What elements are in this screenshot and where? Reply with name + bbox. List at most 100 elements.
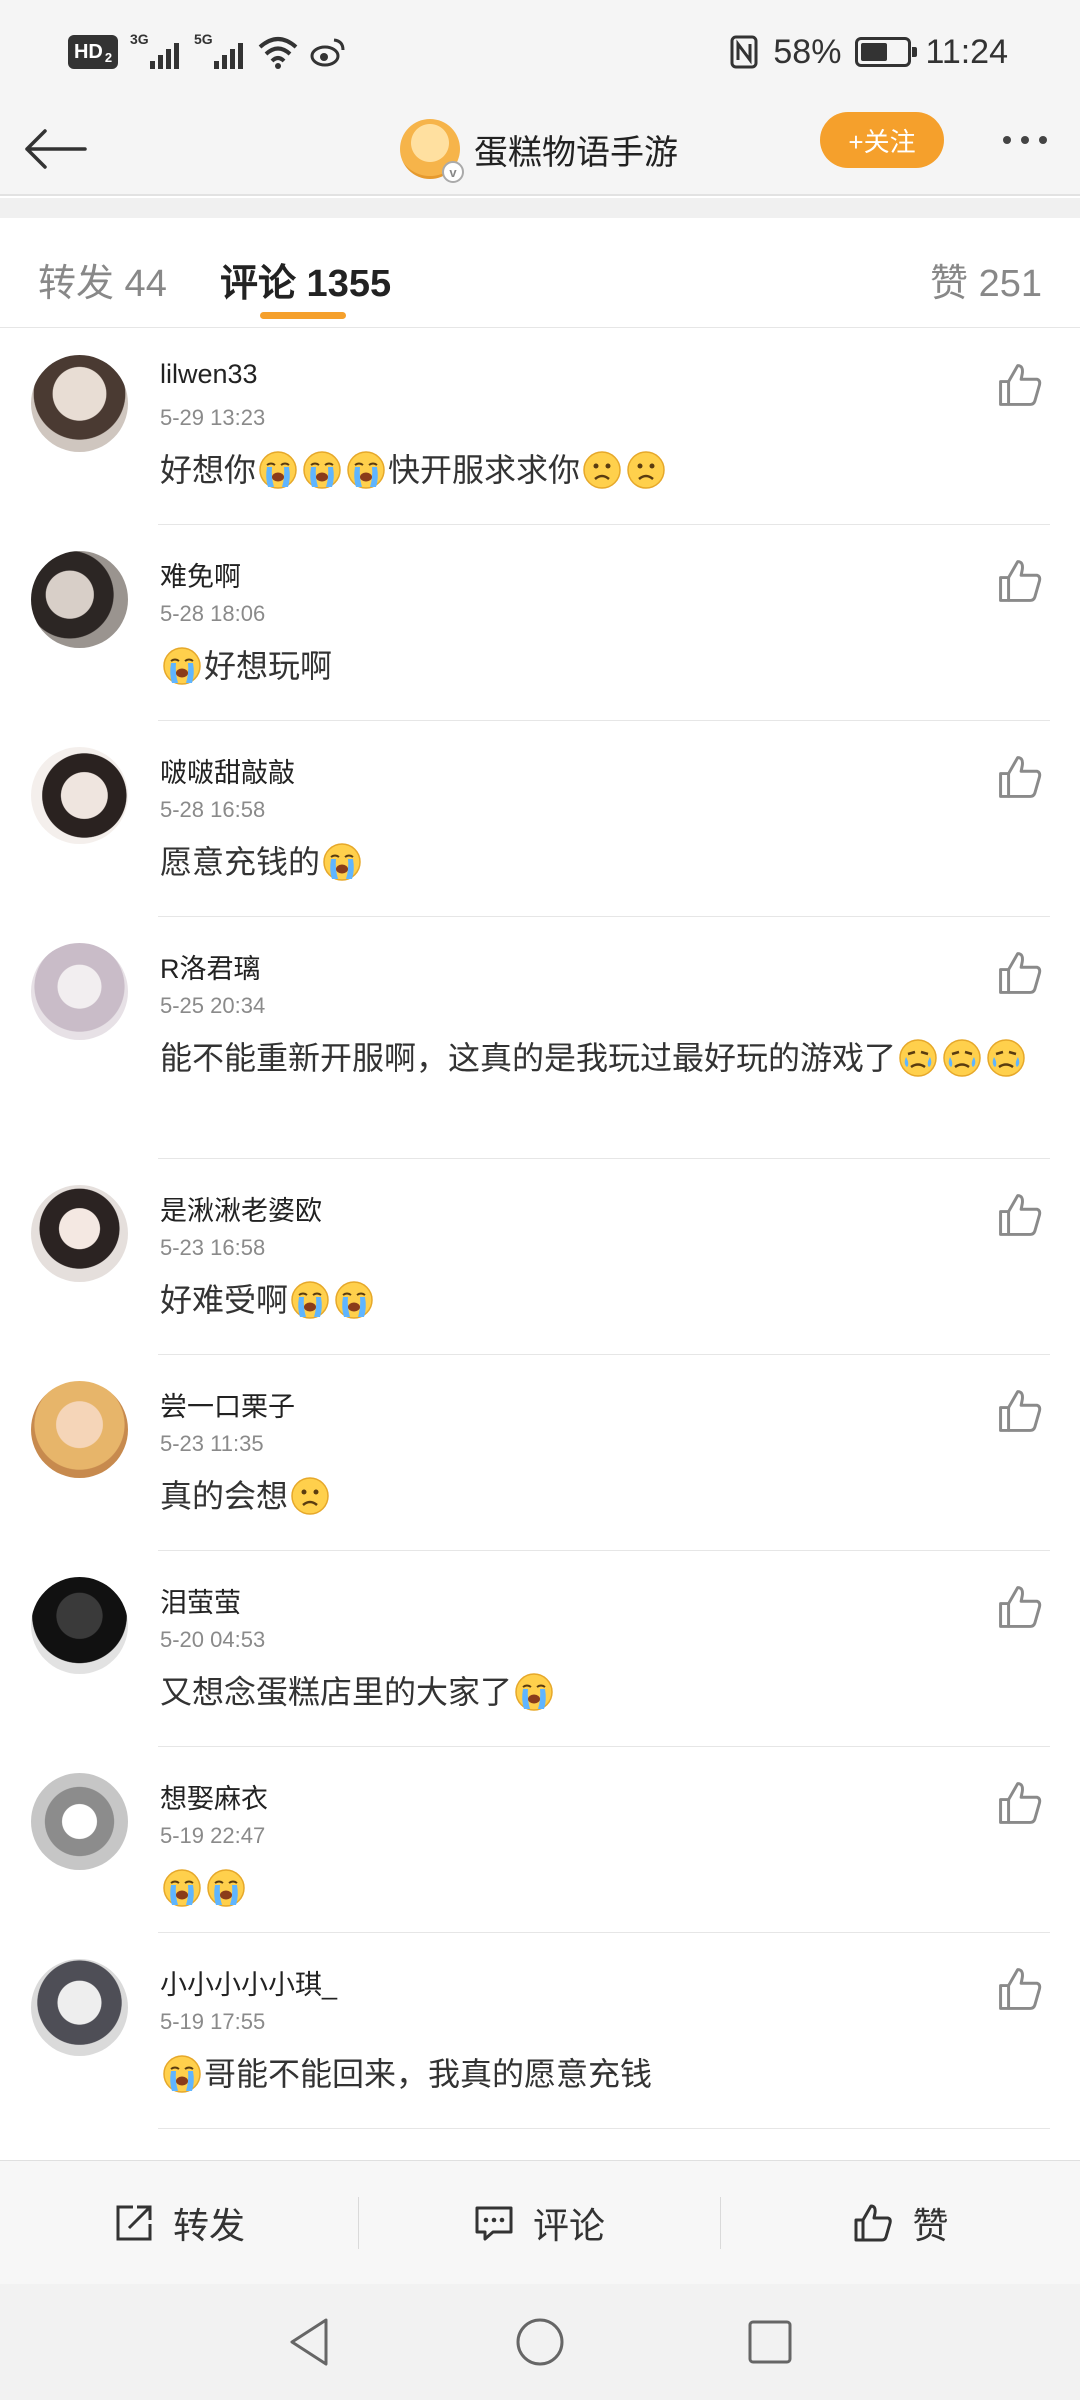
comment-like-button[interactable] [996,1779,1044,1827]
hd-sub-label: 2 [104,49,113,65]
comment-text-segment: 好难受啊 [160,1282,289,1318]
repost-button[interactable]: 转发 [0,2161,358,2285]
thumbs-up-icon [999,1194,1042,1236]
active-tab-indicator [260,312,346,319]
thumbs-up-icon [999,756,1042,798]
arrow-left-icon [25,129,87,169]
comment-like-button[interactable] [996,1387,1044,1435]
avatar[interactable] [31,355,128,452]
thumbs-up-icon [999,1782,1042,1824]
page-title[interactable]: 蛋糕物语手游 [474,125,678,174]
comment-like-button[interactable] [996,1965,1044,2013]
comment-like-button[interactable] [996,1583,1044,1631]
comment-username[interactable]: 泪萤萤 [160,1581,241,1620]
avatar[interactable] [31,551,128,648]
comment-like-button[interactable] [996,1191,1044,1239]
battery-percent: 58% [773,32,842,71]
comment-username[interactable]: 小小小小小琪_ [160,1963,337,2002]
cry-emoji-icon [207,1868,245,1907]
more-options-button[interactable] [990,122,1060,158]
comment-text: 哥能不能回来，我真的愿意充钱 [160,2049,1030,2099]
comment-label: 评论 [532,2205,605,2246]
thumbs-up-icon [854,2204,893,2242]
comment-item[interactable]: lilwen33 5-29 13:23 好想你 快开服求求你 [0,329,1080,525]
tear-emoji-icon [943,1038,981,1077]
cry-emoji-icon [347,450,385,489]
comment-like-button[interactable] [996,557,1044,605]
comment-item[interactable]: 想娶麻衣 5-19 22:47 [0,1747,1080,1933]
comment-item[interactable]: 小小小小小琪_ 5-19 17:55 哥能不能回来，我真的愿意充钱 [0,1933,1080,2129]
avatar[interactable] [31,747,128,844]
nav-back-button[interactable] [278,2310,342,2374]
comment-button[interactable]: 评论 [359,2161,719,2285]
square-recents-icon [748,2320,792,2364]
nav-home-button[interactable] [508,2310,572,2374]
thumbs-up-icon [999,1586,1042,1628]
sad-emoji-icon [583,450,621,489]
like-label: 赞 [912,2205,949,2246]
comment-item[interactable]: R洛君璃 5-25 20:34 能不能重新开服啊，这真的是我玩过最好玩的游戏了 [0,917,1080,1159]
comment-item[interactable]: 泪萤萤 5-20 04:53 又想念蛋糕店里的大家了 [0,1551,1080,1747]
tear-emoji-icon [899,1038,937,1077]
signal-5g-icon: 5G [194,31,246,69]
dot-icon [1039,136,1047,144]
comment-time: 5-28 18:06 [160,601,266,626]
nav-recents-button[interactable] [738,2310,802,2374]
comment-like-button[interactable] [996,361,1044,409]
page-identity[interactable]: v 蛋糕物语手游 [400,108,678,190]
cry-emoji-icon [291,1280,329,1319]
status-bar: HD 2 3G 5G 58% 11:24 [0,0,1080,100]
avatar[interactable] [31,1185,128,1282]
tab-likes[interactable]: 赞 251 [930,252,1042,307]
comment-item[interactable]: 啵啵甜敲敲 5-28 16:58 愿意充钱的 [0,721,1080,917]
tab-comments[interactable]: 评论 1355 [220,252,391,307]
comment-username[interactable]: 是湫湫老婆欧 [160,1189,322,1228]
thumbs-up-icon [999,1390,1042,1432]
avatar[interactable] [31,1959,128,2056]
comment-text-segment: 真的会想 [160,1478,289,1514]
comment-username[interactable]: 尝一口栗子 [160,1385,295,1424]
comment-text-segment: 好想你 [160,452,257,488]
back-button[interactable] [20,114,90,184]
avatar[interactable] [31,1381,128,1478]
comment-time: 5-28 16:58 [160,797,266,822]
avatar[interactable] [31,1577,128,1674]
comment-item[interactable]: 是湫湫老婆欧 5-23 16:58 好难受啊 [0,1159,1080,1355]
comment-username[interactable]: 难免啊 [160,555,241,594]
sad-emoji-icon [627,450,665,489]
hd-voice-icon: HD 2 [68,35,118,69]
comment-time: 5-19 17:55 [160,2009,266,2034]
comment-text: 好难受啊 [160,1275,1030,1325]
comment-text-segment: 愿意充钱的 [160,844,321,880]
dot-icon [1003,136,1011,144]
comment-username[interactable]: R洛君璃 [160,947,261,986]
thumbs-up-icon [999,364,1042,406]
sad-emoji-icon [291,1476,329,1515]
comment-username[interactable]: 啵啵甜敲敲 [160,751,295,790]
comment-like-button[interactable] [996,753,1044,801]
cry-emoji-icon [335,1280,373,1319]
bottom-action-bar: 转发 评论 赞 [0,2160,1080,2284]
share-icon [116,2205,152,2241]
comment-item[interactable]: 尝一口栗子 5-23 11:35 真的会想 [0,1355,1080,1551]
avatar[interactable] [31,1773,128,1870]
thumbs-up-icon [999,952,1042,994]
cry-emoji-icon [323,842,361,881]
page-avatar[interactable]: v [400,119,464,183]
verified-badge-icon: v [442,161,464,183]
tab-repost[interactable]: 转发 44 [38,252,167,307]
comment-item[interactable]: 难免啊 5-28 18:06 好想玩啊 [0,525,1080,721]
comment-like-button[interactable] [996,949,1044,997]
comment-username[interactable]: lilwen33 [160,359,258,390]
like-button[interactable]: 赞 [721,2161,1080,2285]
comment-text-segment: 能不能重新开服啊，这真的是我玩过最好玩的游戏了 [160,1040,897,1076]
follow-button-label: +关注 [848,126,916,157]
follow-button[interactable]: +关注 [820,112,944,168]
avatar[interactable] [31,943,128,1040]
signal-3g-icon: 3G [130,31,182,69]
comment-username[interactable]: 想娶麻衣 [160,1777,268,1816]
comment-text [160,1863,1030,1913]
comment-text: 愿意充钱的 [160,837,1030,887]
detail-tabs: 转发 44 评论 1355 赞 251 [0,218,1080,328]
comment-text: 好想你 快开服求求你 [160,445,1030,495]
